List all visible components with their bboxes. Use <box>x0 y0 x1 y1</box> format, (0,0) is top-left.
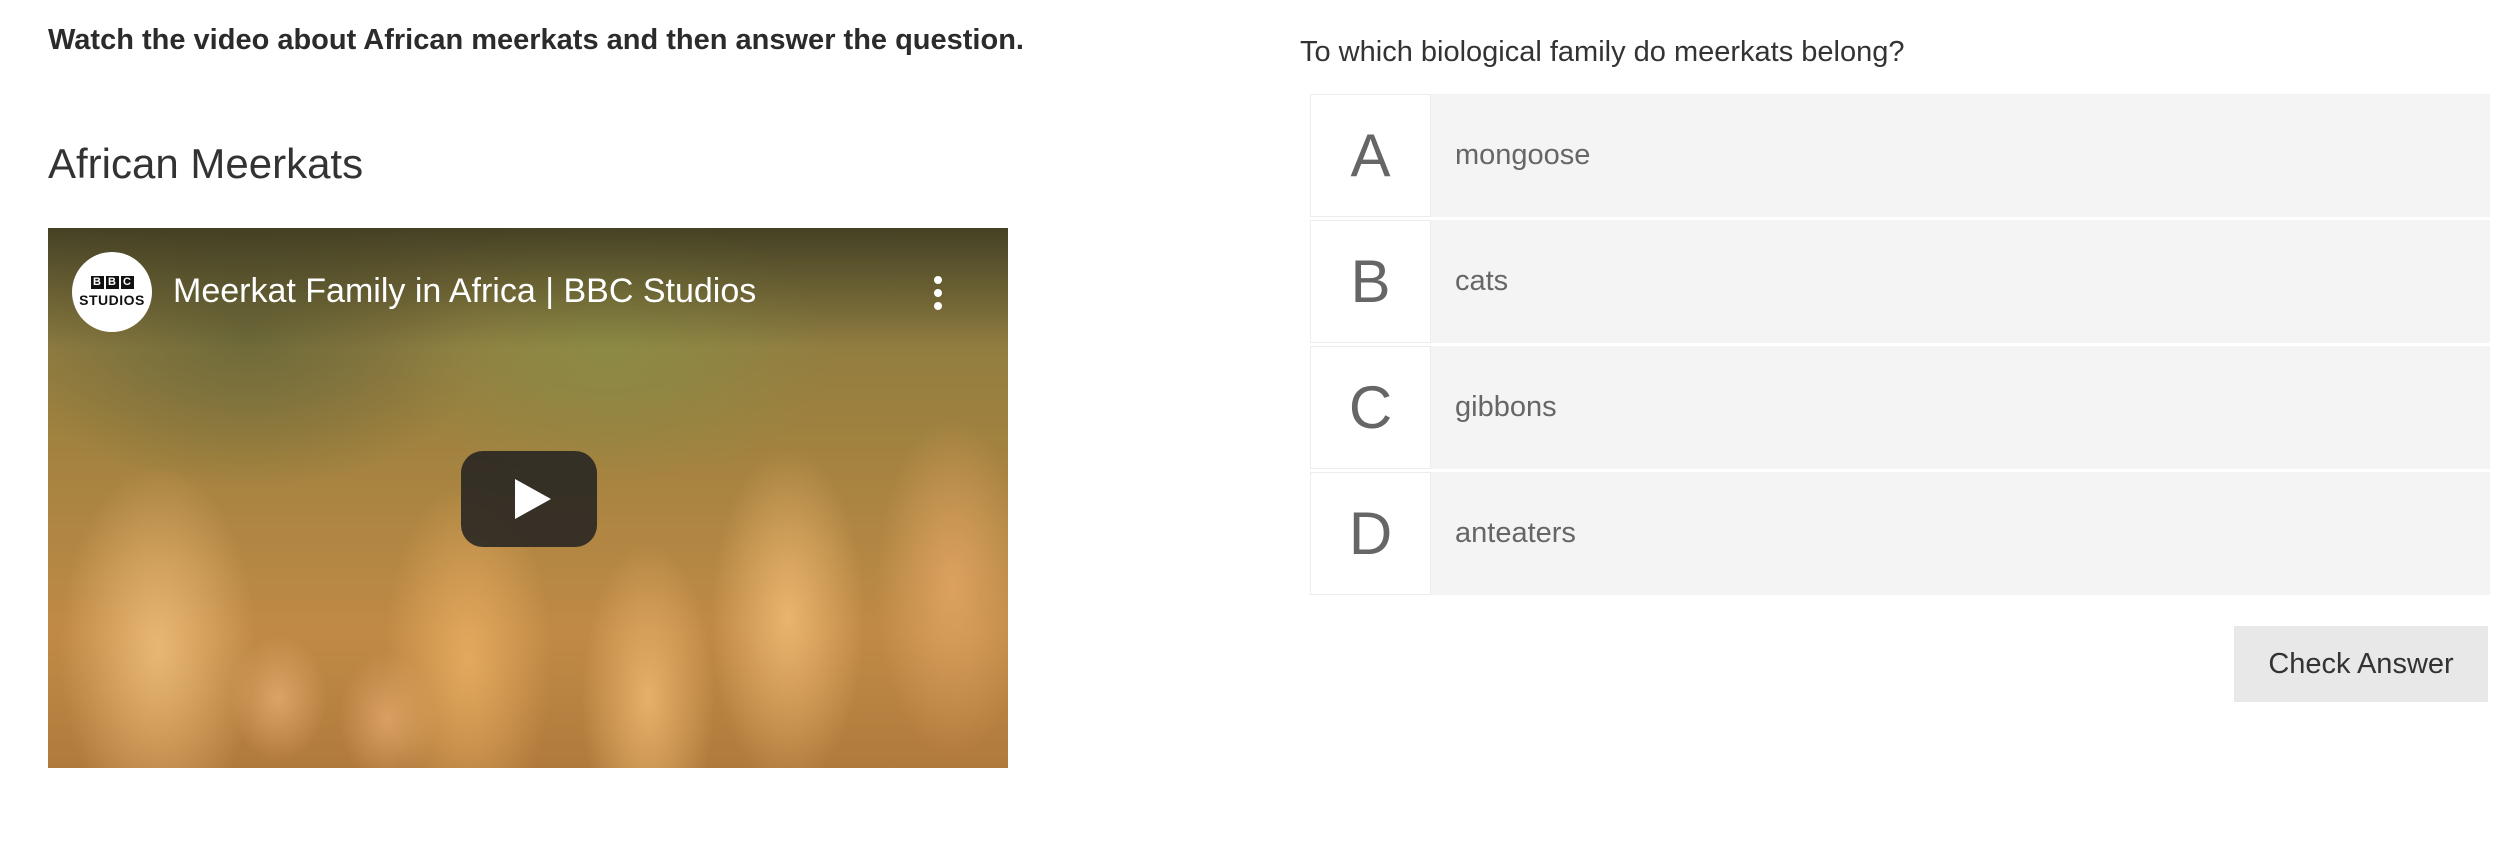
option-text: anteaters <box>1431 472 2490 595</box>
play-button[interactable] <box>461 451 597 547</box>
check-answer-button[interactable]: Check Answer <box>2234 626 2488 702</box>
option-d[interactable]: D anteaters <box>1310 472 2490 595</box>
option-letter: D <box>1310 472 1431 595</box>
option-letter: B <box>1310 220 1431 343</box>
option-text: mongoose <box>1431 94 2490 217</box>
option-c[interactable]: C gibbons <box>1310 346 2490 469</box>
channel-logo-text: STUDIOS <box>79 292 145 308</box>
option-letter: A <box>1310 94 1431 217</box>
option-letter: C <box>1310 346 1431 469</box>
bbc-logo-icon: BBC <box>90 276 134 289</box>
option-b[interactable]: B cats <box>1310 220 2490 343</box>
more-vertical-icon[interactable] <box>932 276 944 310</box>
instruction-text: Watch the video about African meerkats a… <box>48 24 1024 56</box>
option-a[interactable]: A mongoose <box>1310 94 2490 217</box>
section-title: African Meerkats <box>48 140 364 187</box>
option-text: cats <box>1431 220 2490 343</box>
channel-logo[interactable]: BBC STUDIOS <box>72 252 152 332</box>
answer-options: A mongoose B cats C gibbons D anteaters <box>1310 94 2490 598</box>
video-player[interactable]: BBC STUDIOS Meerkat Family in Africa | B… <box>48 228 1008 768</box>
video-title[interactable]: Meerkat Family in Africa | BBC Studios <box>173 272 756 311</box>
question-text: To which biological family do meerkats b… <box>1300 36 1905 68</box>
option-text: gibbons <box>1431 346 2490 469</box>
